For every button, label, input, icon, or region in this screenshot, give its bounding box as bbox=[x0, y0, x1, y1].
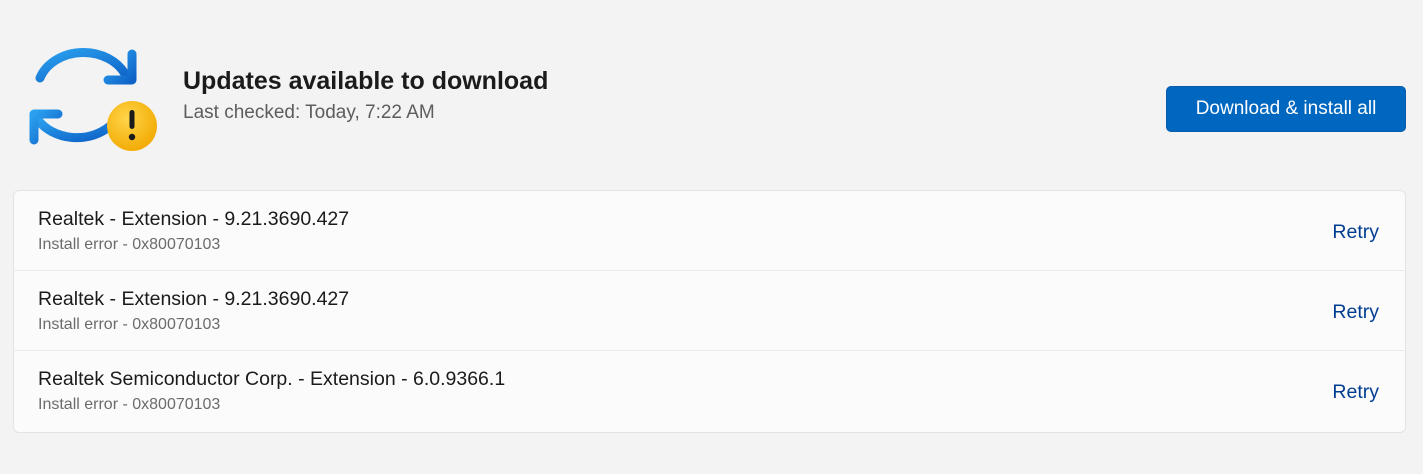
update-item: Realtek - Extension - 9.21.3690.427 Inst… bbox=[14, 191, 1405, 271]
update-status: Install error - 0x80070103 bbox=[38, 396, 221, 413]
update-item: Realtek Semiconductor Corp. - Extension … bbox=[14, 351, 1405, 431]
update-name: Realtek - Extension - 9.21.3690.427 bbox=[38, 288, 350, 310]
retry-button[interactable]: Retry bbox=[1332, 221, 1379, 244]
update-name: Realtek Semiconductor Corp. - Extension … bbox=[38, 368, 506, 390]
update-status-header: Updates available to download Last check… bbox=[0, 0, 1423, 180]
retry-button[interactable]: Retry bbox=[1332, 381, 1379, 404]
retry-button[interactable]: Retry bbox=[1332, 301, 1379, 324]
update-name: Realtek - Extension - 9.21.3690.427 bbox=[38, 208, 350, 230]
page-title: Updates available to download bbox=[183, 67, 549, 95]
updates-list: Realtek - Extension - 9.21.3690.427 Inst… bbox=[13, 190, 1406, 433]
download-install-all-button[interactable]: Download & install all bbox=[1166, 86, 1406, 132]
update-status: Install error - 0x80070103 bbox=[38, 236, 221, 253]
last-checked-text: Last checked: Today, 7:22 AM bbox=[183, 102, 435, 123]
update-item: Realtek - Extension - 9.21.3690.427 Inst… bbox=[14, 271, 1405, 351]
update-status: Install error - 0x80070103 bbox=[38, 316, 221, 333]
sync-warning-icon bbox=[29, 47, 157, 151]
header-text-block: Updates available to download Last check… bbox=[183, 64, 548, 128]
